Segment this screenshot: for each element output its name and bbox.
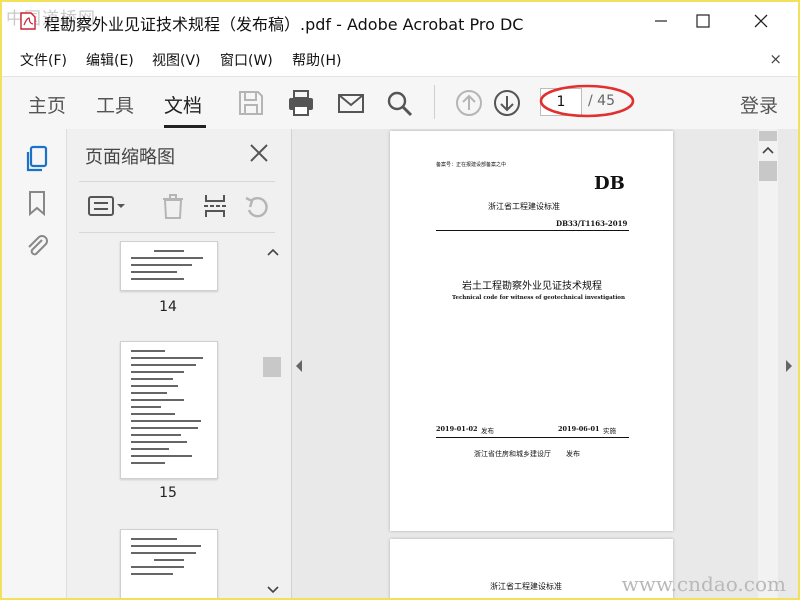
thumbnail-scrollbar[interactable]: [263, 241, 283, 598]
close-document-button[interactable]: ×: [769, 50, 782, 68]
window-frame: 中国道桥网 程勘察外业见证技术规程（发布稿）.pdf - Adobe Acrob…: [0, 0, 800, 600]
toolbar-divider: [434, 85, 435, 119]
attachment-icon[interactable]: [24, 233, 50, 261]
standard-code: DB33/T1163-2019: [556, 219, 628, 228]
standard-category: 浙江省工程建设标准: [488, 202, 560, 211]
thumbnail-label: 14: [159, 299, 177, 315]
thumbnail-list: 14 15: [67, 241, 263, 598]
scrollbar-top-cap: [759, 131, 777, 141]
active-tab-indicator: [164, 125, 206, 128]
tab-home[interactable]: 主页: [28, 91, 66, 118]
implementation-date: 2019-06-01: [558, 425, 600, 433]
close-window-icon[interactable]: [750, 10, 772, 32]
footer-rule: [436, 437, 629, 438]
record-number: 备案号：正在报建设部备案之中: [436, 162, 507, 168]
main-toolbar: 主页 工具 文档 1 / 45 登录: [2, 76, 798, 130]
previous-page-icon[interactable]: [454, 88, 484, 118]
menu-view[interactable]: 视图(V): [152, 50, 201, 70]
maximize-icon[interactable]: [692, 10, 714, 32]
navigation-rail: [2, 129, 67, 598]
title-bar: 中国道桥网 程勘察外业见证技术规程（发布稿）.pdf - Adobe Acrob…: [2, 2, 798, 40]
collapse-right-icon[interactable]: [784, 359, 794, 373]
pdf-page-1: 备案号：正在报建设部备案之中 DB 浙江省工程建设标准 DB33/T1163-2…: [390, 131, 673, 531]
close-panel-icon[interactable]: [249, 143, 269, 163]
tab-tools[interactable]: 工具: [96, 91, 134, 118]
save-icon[interactable]: [236, 88, 266, 118]
window-title: 程勘察外业见证技术规程（发布稿）.pdf - Adobe Acrobat Pro…: [44, 15, 524, 34]
next-page-icon[interactable]: [492, 88, 522, 118]
page-thumbnail-14[interactable]: [120, 241, 218, 291]
highlight-ellipse: [539, 84, 635, 118]
thumbnails-panel: 页面缩略图 14 15: [67, 129, 292, 598]
panel-title: 页面缩略图: [85, 147, 175, 168]
minimize-icon[interactable]: [650, 10, 672, 32]
page2-heading: 浙江省工程建设标准: [490, 582, 562, 591]
implementation-label: 实施: [603, 427, 616, 435]
document-scrollbar-thumb[interactable]: [759, 161, 777, 181]
menu-edit[interactable]: 编辑(E): [86, 50, 134, 70]
bookmark-icon[interactable]: [24, 189, 50, 217]
print-icon[interactable]: [286, 88, 316, 118]
thumbnail-label: 15: [159, 485, 177, 501]
menu-file[interactable]: 文件(F): [20, 50, 67, 70]
document-title-en: Technical code for witness of geotechnic…: [452, 295, 625, 301]
document-title-cn: 岩土工程勘察外业见证技术规程: [462, 281, 602, 292]
scroll-down-icon[interactable]: [267, 585, 279, 595]
header-rule: [436, 230, 629, 231]
page-thumbnails-icon[interactable]: [24, 145, 50, 173]
page-thumbnail-16[interactable]: [120, 529, 218, 598]
options-menu-icon[interactable]: [87, 192, 127, 220]
menu-help[interactable]: 帮助(H): [292, 50, 341, 70]
issuing-authority: 浙江省住房和城乡建设厅: [474, 450, 551, 458]
watermark-site: www.cndao.com: [621, 572, 786, 596]
panel-toolbar: [79, 181, 275, 233]
page-thumbnail-15[interactable]: [120, 341, 218, 479]
delete-page-icon[interactable]: [159, 192, 187, 220]
tab-document[interactable]: 文档: [164, 91, 202, 118]
issuer-label: 发布: [566, 450, 580, 458]
extract-page-icon[interactable]: [201, 192, 229, 220]
pdf-file-icon: [20, 12, 36, 30]
rotate-page-icon[interactable]: [243, 192, 271, 220]
doc-scroll-up-icon[interactable]: [762, 145, 774, 155]
login-button[interactable]: 登录: [740, 91, 778, 118]
search-icon[interactable]: [384, 88, 414, 118]
db-mark: DB: [594, 173, 625, 194]
email-icon[interactable]: [336, 88, 366, 118]
menu-window[interactable]: 窗口(W): [220, 50, 273, 70]
scroll-up-icon[interactable]: [267, 247, 279, 257]
document-viewer[interactable]: 备案号：正在报建设部备案之中 DB 浙江省工程建设标准 DB33/T1163-2…: [292, 129, 798, 598]
menu-bar: 文件(F) 编辑(E) 视图(V) 窗口(W) 帮助(H) ×: [2, 48, 798, 72]
collapse-left-icon[interactable]: [294, 359, 304, 373]
scrollbar-thumb[interactable]: [263, 357, 281, 377]
publish-date: 2019-01-02: [436, 425, 478, 433]
document-scrollbar[interactable]: [758, 129, 778, 598]
publish-label: 发布: [481, 427, 494, 435]
